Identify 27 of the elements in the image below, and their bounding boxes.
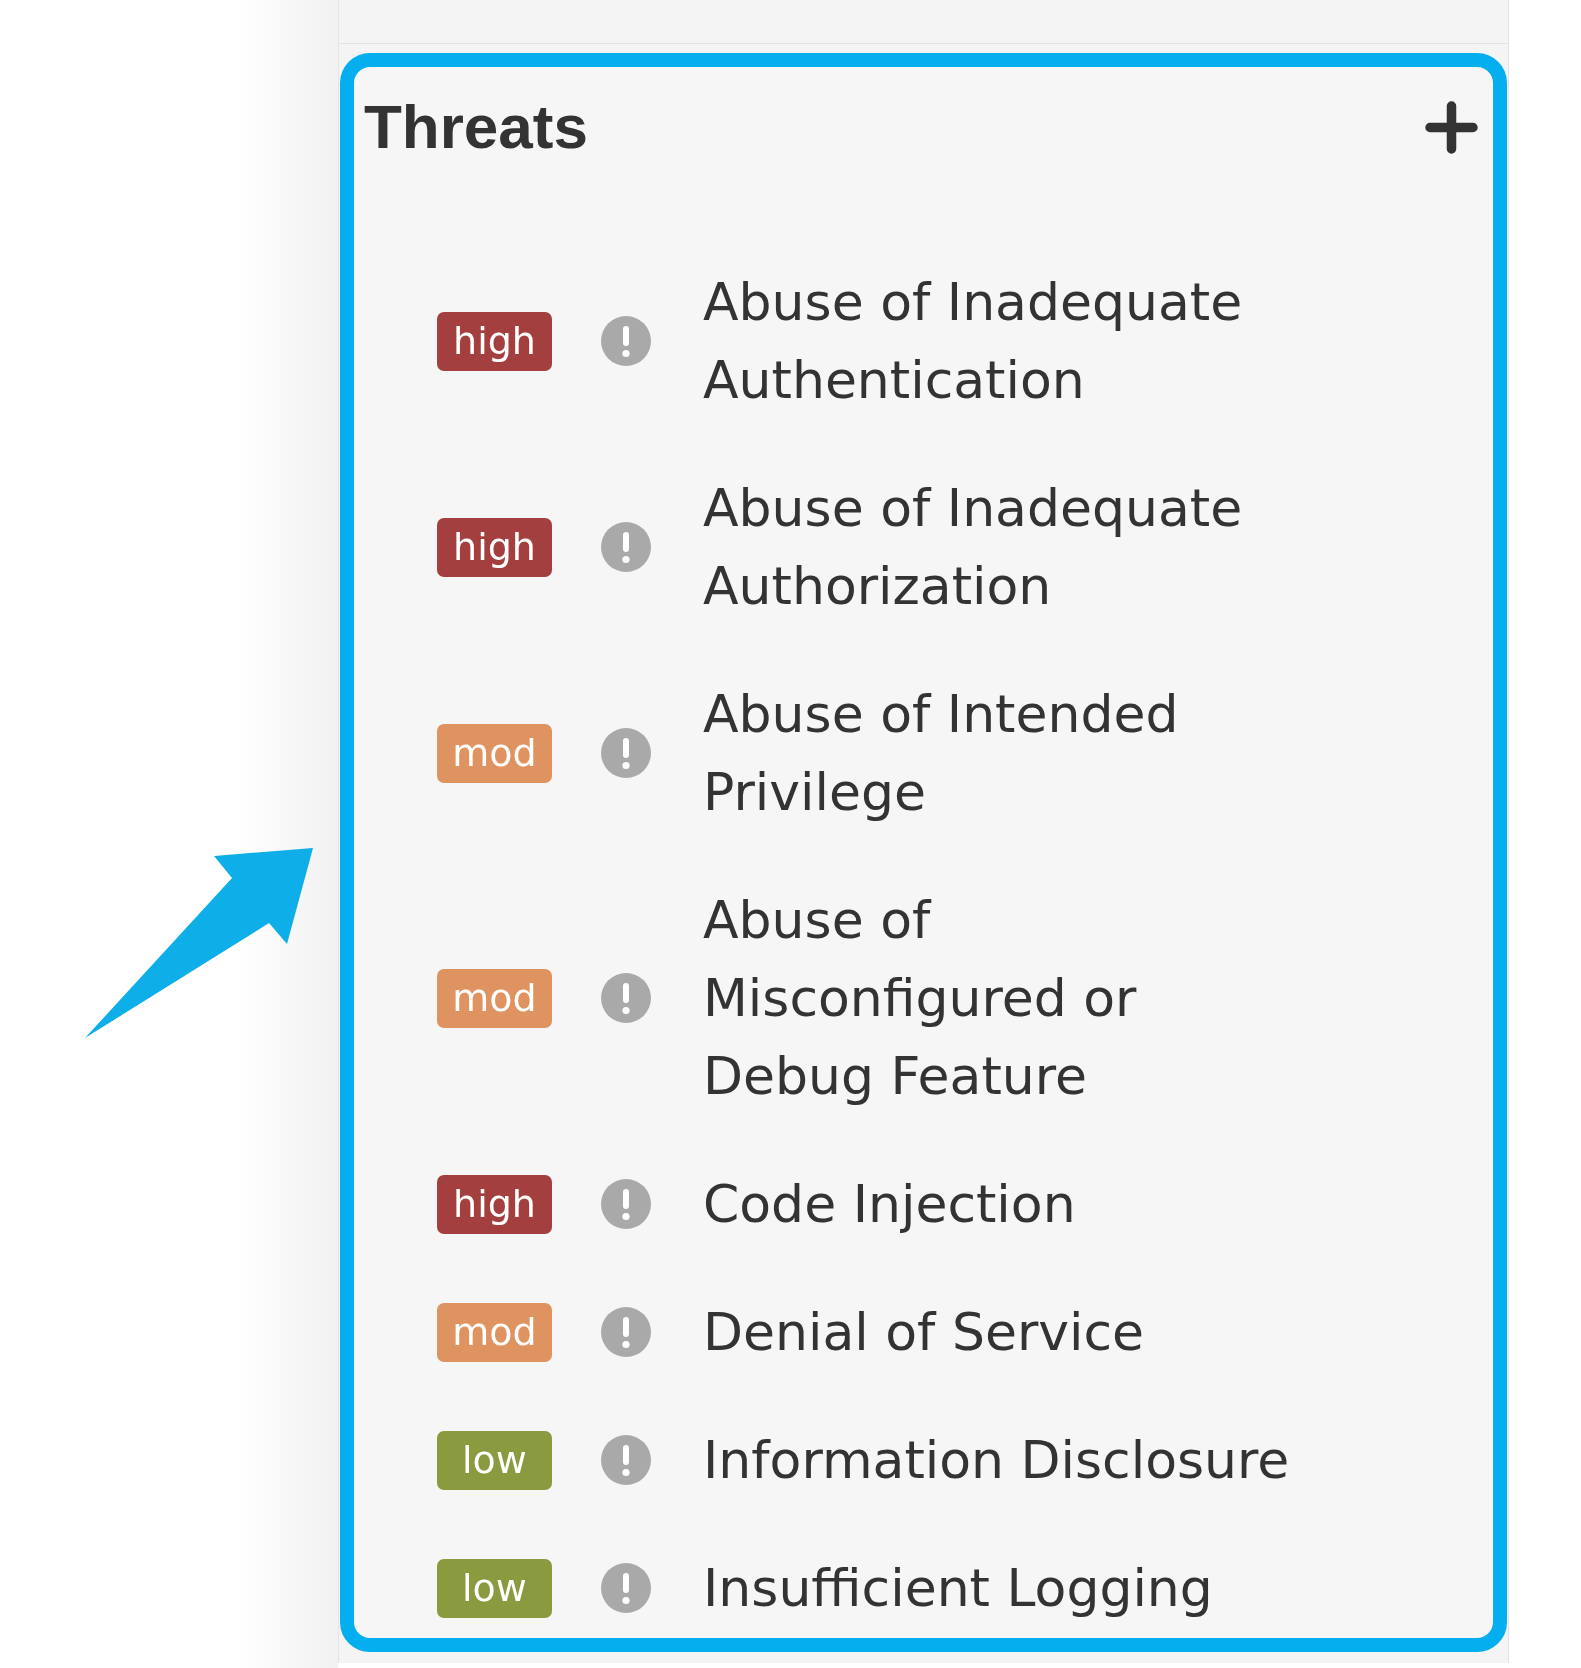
threat-name: Insufficient Logging (703, 1557, 1214, 1620)
threat-name: Abuse of Inadequate Authentication (703, 271, 1244, 412)
severity-tag: low (437, 1430, 552, 1490)
threat-name: Abuse of Intended Privilege (703, 683, 1180, 824)
alert-icon (601, 1435, 651, 1485)
severity-tag: mod (437, 1302, 552, 1362)
plus-icon (1425, 100, 1478, 154)
threat-name: Information Disclosure (703, 1429, 1291, 1492)
severity-tag: high (437, 517, 552, 577)
alert-icon (601, 1563, 651, 1613)
severity-tag: mod (437, 968, 552, 1028)
alert-icon (601, 728, 651, 778)
severity-tag: high (437, 1174, 552, 1234)
threat-name: Denial of Service (703, 1301, 1146, 1364)
threat-name: Code Injection (703, 1173, 1077, 1236)
threat-name: Abuse of Misconfigured or Debug Feature (703, 889, 1138, 1108)
add-button[interactable] (1425, 100, 1478, 154)
severity-tag: mod (437, 723, 552, 783)
panel-title: Threats (364, 96, 588, 158)
alert-icon (601, 1307, 651, 1357)
alert-icon (601, 316, 651, 366)
severity-tag: high (437, 311, 552, 371)
severity-tag: low (437, 1558, 552, 1618)
threat-name: Abuse of Inadequate Authorization (703, 477, 1244, 618)
alert-icon (601, 973, 651, 1023)
alert-icon (601, 1179, 651, 1229)
alert-icon (601, 522, 651, 572)
